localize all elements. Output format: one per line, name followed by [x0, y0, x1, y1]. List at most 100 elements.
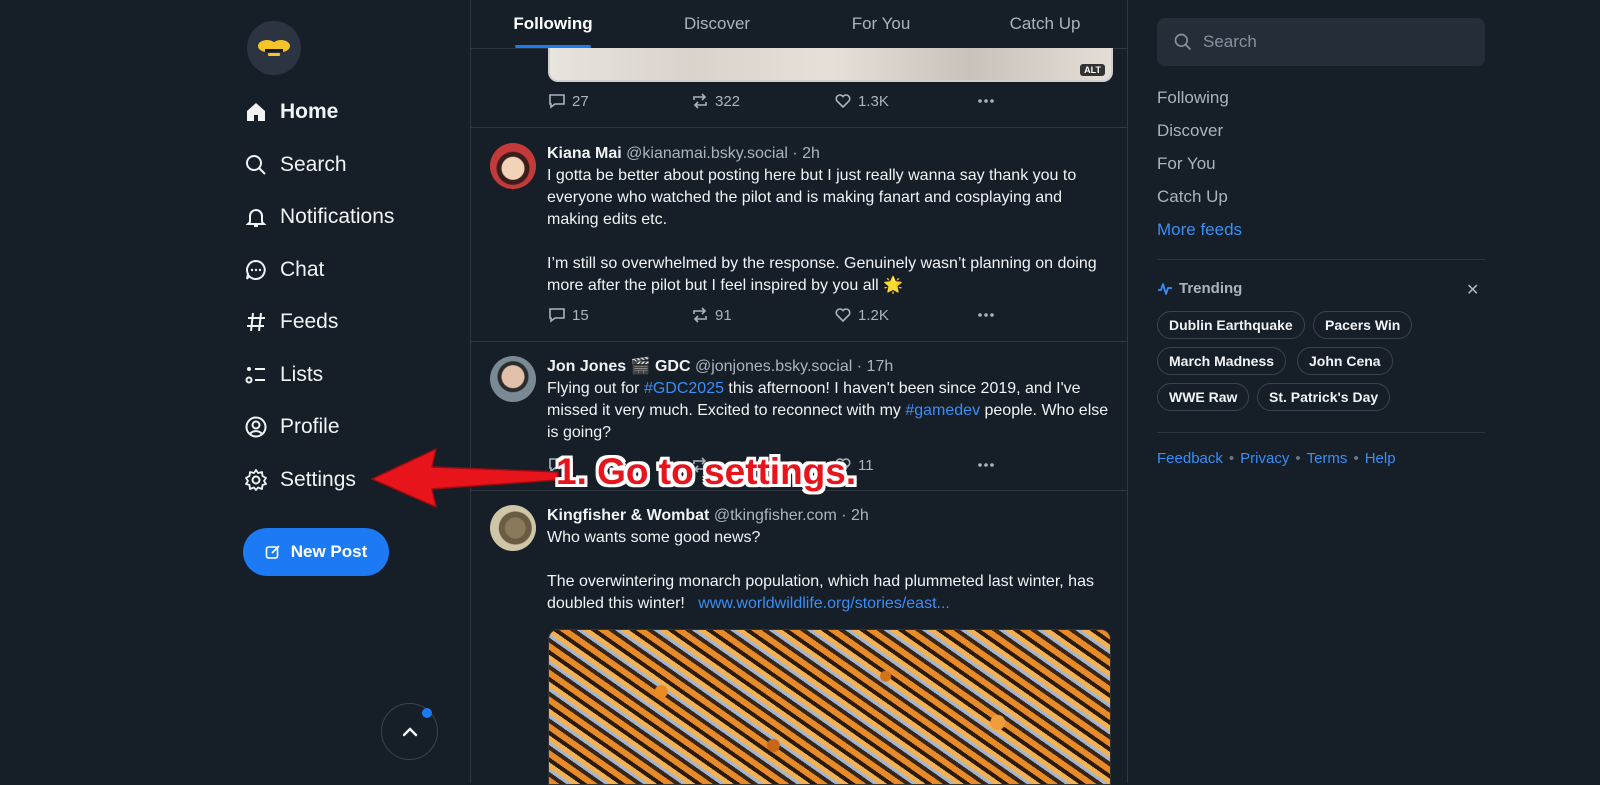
gear-icon — [245, 469, 267, 491]
trending-chip[interactable]: Pacers Win — [1313, 311, 1413, 339]
author-name[interactable]: Kiana Mai — [547, 145, 622, 162]
more-button[interactable] — [977, 306, 1120, 324]
tab-discover[interactable]: Discover — [635, 0, 799, 48]
post-divider — [471, 127, 1127, 128]
footer-link-terms[interactable]: Terms — [1307, 450, 1348, 467]
post-actions: 27 322 1.3K — [548, 92, 1120, 110]
trending-chip[interactable]: WWE Raw — [1157, 383, 1250, 411]
author-handle[interactable]: @kianamai.bsky.social — [626, 145, 788, 162]
post-text: The overwintering monarch population, wh… — [547, 571, 1110, 615]
compose-icon — [265, 545, 280, 559]
feed-link-discover[interactable]: Discover — [1157, 121, 1223, 141]
nav-lists[interactable]: Lists — [244, 355, 323, 395]
tab-catch-up[interactable]: Catch Up — [963, 0, 1127, 48]
avatar[interactable] — [490, 505, 536, 551]
home-icon — [247, 103, 265, 121]
separator-dot: • — [1228, 450, 1235, 467]
nav-label: Home — [280, 100, 339, 123]
feed-link-for-you[interactable]: For You — [1157, 154, 1216, 174]
repost-button[interactable]: 91 — [691, 306, 834, 324]
footer-link-feedback[interactable]: Feedback — [1157, 450, 1223, 467]
tab-following[interactable]: Following — [471, 0, 635, 48]
profile-icon — [245, 416, 267, 438]
post-image-monarch-butterflies[interactable] — [548, 629, 1111, 785]
post-text: I’m still so overwhelmed by the response… — [547, 255, 1097, 294]
nav-label: Chat — [280, 258, 325, 281]
more-button[interactable] — [977, 456, 1120, 474]
nav-label: Search — [280, 153, 347, 176]
author-name[interactable]: Kingfisher & Wombat — [547, 507, 709, 524]
hash-icon — [247, 312, 265, 332]
trending-chip[interactable]: John Cena — [1297, 347, 1393, 375]
search-input[interactable]: Search — [1157, 18, 1485, 66]
nav-label: Notifications — [280, 205, 395, 228]
feed-tabs: Following Discover For You Catch Up — [471, 0, 1127, 49]
trending-title: Trending — [1179, 280, 1243, 297]
text-segment: Flying out for — [547, 380, 644, 397]
more-dots-icon — [978, 99, 994, 103]
repost-button[interactable]: 322 — [691, 92, 834, 110]
trending-header: Trending — [1157, 280, 1485, 297]
feed-link-following[interactable]: Following — [1157, 88, 1229, 108]
tab-for-you[interactable]: For You — [799, 0, 963, 48]
separator-dot: • — [1295, 450, 1301, 467]
nav-home[interactable]: Home — [244, 92, 338, 132]
author-handle[interactable]: @tkingfisher.com — [714, 507, 837, 524]
post-image[interactable]: ALT — [548, 48, 1113, 82]
repost-icon — [693, 307, 707, 323]
avatar[interactable] — [490, 143, 536, 189]
hashtag-link[interactable]: #gamedev — [905, 402, 980, 419]
more-feeds-link[interactable]: More feeds — [1157, 220, 1242, 240]
nav-notifications[interactable]: Notifications — [244, 197, 394, 237]
like-button[interactable]: 1.2K — [834, 306, 977, 324]
hashtag-link[interactable]: #GDC2025 — [644, 380, 724, 397]
repost-count: 322 — [715, 92, 741, 110]
more-button[interactable] — [977, 92, 1120, 110]
close-icon[interactable]: ✕ — [1466, 280, 1479, 300]
column-divider-left — [470, 0, 471, 783]
separator-dot: • — [1353, 450, 1359, 467]
divider — [1157, 259, 1485, 260]
nav-search[interactable]: Search — [244, 145, 347, 185]
alt-badge[interactable]: ALT — [1080, 64, 1105, 76]
butterfly-logo-icon — [258, 40, 290, 56]
post-header: Jon Jones 🎬 GDC @jonjones.bsky.social · … — [547, 356, 1110, 378]
author-handle[interactable]: @jonjones.bsky.social — [695, 358, 852, 375]
trending-chip[interactable]: March Madness — [1157, 347, 1287, 375]
like-count: 1.3K — [858, 92, 889, 110]
repost-count: 91 — [715, 306, 732, 324]
list-icon — [245, 367, 265, 384]
chevron-up-icon — [402, 726, 417, 736]
new-post-button[interactable]: New Post — [243, 528, 389, 576]
reply-button[interactable]: 15 — [548, 306, 691, 324]
more-dots-icon — [978, 463, 994, 467]
footer-link-privacy[interactable]: Privacy — [1240, 450, 1289, 467]
annotation-arrow-icon — [371, 448, 559, 508]
reply-icon — [549, 308, 565, 323]
divider — [1157, 432, 1485, 433]
heart-icon — [835, 308, 851, 323]
nav-feeds[interactable]: Feeds — [244, 302, 338, 342]
post-header: Kiana Mai @kianamai.bsky.social · 2h — [547, 143, 1110, 165]
nav-settings[interactable]: Settings — [244, 460, 356, 500]
author-name[interactable]: Jon Jones 🎬 GDC — [547, 358, 691, 375]
nav-profile[interactable]: Profile — [244, 407, 340, 447]
nav-label: Lists — [280, 363, 324, 386]
annotation-label: 1. Go to settings. — [556, 451, 857, 492]
avatar[interactable] — [490, 356, 536, 402]
nav-chat[interactable]: Chat — [244, 250, 324, 290]
app-logo[interactable] — [247, 21, 301, 75]
trending-chip[interactable]: St. Patrick's Day — [1257, 383, 1391, 411]
post-text: Who wants some good news? — [547, 529, 761, 546]
feed-link-catch-up[interactable]: Catch Up — [1157, 187, 1228, 207]
post-text: Flying out for #GDC2025 this afternoon! … — [547, 378, 1110, 444]
nav-label: Settings — [280, 468, 356, 491]
reply-button[interactable]: 27 — [548, 92, 691, 110]
footer-link-help[interactable]: Help — [1365, 450, 1396, 467]
external-link[interactable]: www.worldwildlife.org/stories/east... — [698, 595, 950, 612]
post-header: Kingfisher & Wombat @tkingfisher.com · 2… — [547, 505, 1110, 527]
nav-label: Feeds — [280, 310, 339, 333]
bell-icon — [245, 209, 267, 227]
like-button[interactable]: 1.3K — [834, 92, 977, 110]
trending-chip[interactable]: Dublin Earthquake — [1157, 311, 1305, 339]
